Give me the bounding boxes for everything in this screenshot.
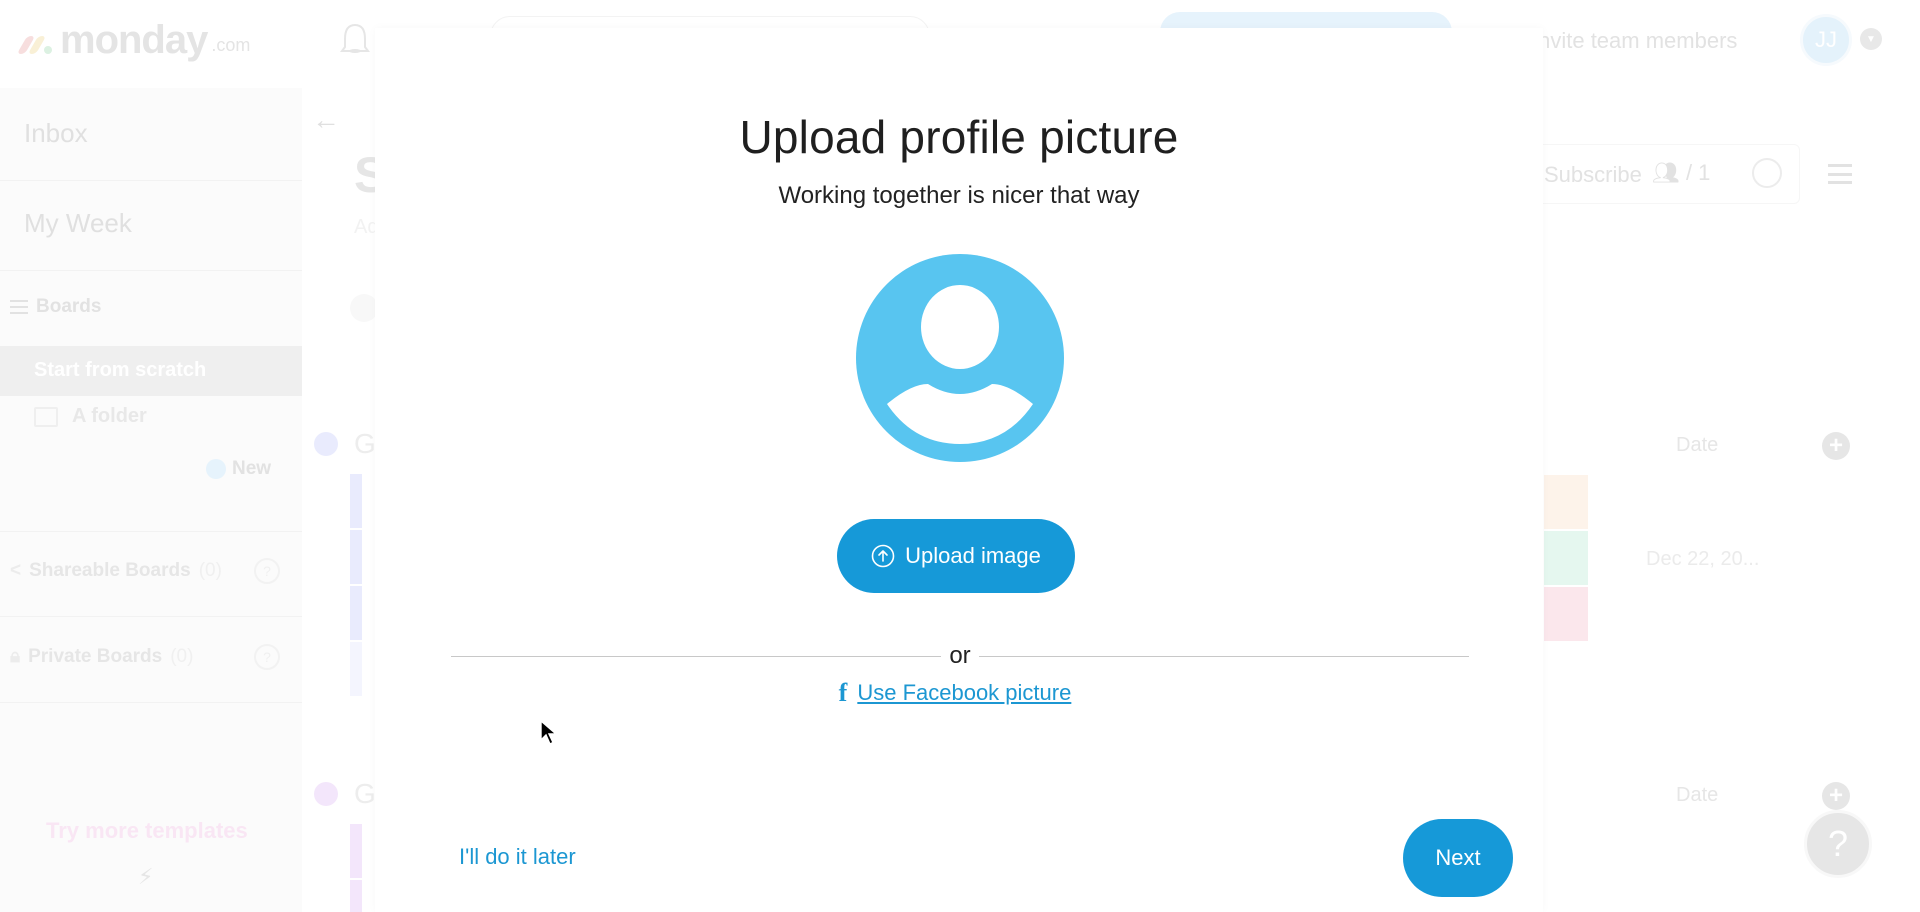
question-icon: ? [1827,823,1849,864]
group-row-marker [350,824,362,878]
chevron-down-icon[interactable]: ▼ [1860,28,1882,50]
logo-wordmark: monday [60,18,208,62]
date-cell[interactable]: Dec 22, 20... [1646,548,1759,571]
sidebar-item-inbox[interactable]: Inbox [24,118,88,149]
group-row-marker [350,474,362,528]
members-button[interactable]: 👥︎ / 1 [1652,160,1710,186]
group-row-marker [350,586,362,640]
user-avatar[interactable]: JJ [1800,14,1852,66]
plus-icon [206,459,226,479]
monday-logo[interactable]: monday .com [16,18,251,62]
invite-team-members-link[interactable]: Invite team members [1532,28,1737,54]
help-icon[interactable]: ? [254,558,280,584]
group-toggle-icon[interactable] [314,782,338,806]
status-cell[interactable] [1544,475,1588,529]
add-column-icon[interactable]: + [1822,432,1850,460]
sidebar-item-my-week[interactable]: My Week [24,208,132,239]
facebook-icon[interactable]: f [839,678,848,708]
lock-icon: 🔒︎ [10,646,21,667]
shareable-boards-label: Shareable Boards [29,560,191,581]
status-cell[interactable] [1544,531,1588,585]
group-name[interactable]: G [354,428,376,460]
new-label: New [232,458,272,479]
new-board-button[interactable]: New [206,458,271,480]
private-boards-section[interactable]: 🔒︎ Private Boards (0) ? [10,644,280,670]
modal-subtitle: Working together is nicer that way [778,182,1140,209]
app-root: monday .com Invite team members JJ ▼ Inb… [0,0,1920,912]
shareable-boards-count: (0) [198,560,222,581]
upload-image-button[interactable]: Upload image [837,519,1075,593]
group-row-marker [350,880,362,912]
next-button[interactable]: Next [1403,819,1513,897]
activity-icon[interactable] [1752,158,1782,188]
folder-label: A folder [72,405,147,427]
group-toggle-icon[interactable] [314,432,338,456]
private-boards-label: Private Boards [28,646,163,667]
skip-link[interactable]: I'll do it later [459,844,576,870]
bell-icon[interactable] [338,22,372,58]
modal-title: Upload profile picture [739,111,1179,163]
boards-header[interactable]: Boards [10,296,101,318]
divider [0,531,302,532]
logo-mark-icon [16,36,52,54]
group-row-marker [350,642,362,696]
help-button[interactable]: ? [1804,810,1872,878]
menu-icon [10,300,28,314]
try-more-templates-link[interactable]: Try more templates [46,818,248,844]
back-arrow-icon[interactable]: ← [312,104,340,136]
people-icon: 👥︎ [1652,160,1680,185]
column-header-date[interactable]: Date [1676,784,1718,807]
use-facebook-picture-link[interactable]: Use Facebook picture [857,680,1071,706]
divider [0,702,302,703]
lightning-icon[interactable]: ⚡︎ [138,864,153,890]
private-boards-count: (0) [170,646,194,667]
shareable-boards-section[interactable]: < Shareable Boards (0) ? [10,558,280,584]
group-row-marker [350,530,362,584]
help-icon[interactable]: ? [254,644,280,670]
or-divider: or [451,642,1469,670]
facebook-picture-row: f Use Facebook picture [375,678,1543,708]
divider [0,270,302,271]
avatar-initials: JJ [1815,27,1837,52]
collapse-icon[interactable] [350,294,378,322]
subscribe-button[interactable]: Subscribe [1544,162,1642,188]
menu-icon[interactable] [1828,164,1852,184]
share-icon: < [10,560,22,581]
upload-arrow-icon [871,544,895,568]
logo-suffix: .com [211,35,251,55]
divider-line [979,656,1469,657]
sidebar-board-active[interactable]: Start from scratch [0,346,302,396]
boards-label: Boards [36,296,102,317]
folder-icon [34,406,58,427]
group-name[interactable]: G [354,778,376,810]
column-header-date[interactable]: Date [1676,434,1718,457]
mouse-cursor-icon [540,720,558,745]
status-cell[interactable] [1544,587,1588,641]
sidebar: Inbox My Week Boards Start from scratch … [0,88,302,912]
members-count: / 1 [1685,160,1711,185]
divider [0,180,302,181]
add-column-icon[interactable]: + [1822,782,1850,810]
divider [0,616,302,617]
default-avatar-icon [856,254,1064,462]
upload-profile-picture-modal: Upload profile picture Working together … [375,28,1543,912]
sidebar-folder[interactable]: A folder [34,405,147,428]
upload-image-label: Upload image [905,543,1041,568]
